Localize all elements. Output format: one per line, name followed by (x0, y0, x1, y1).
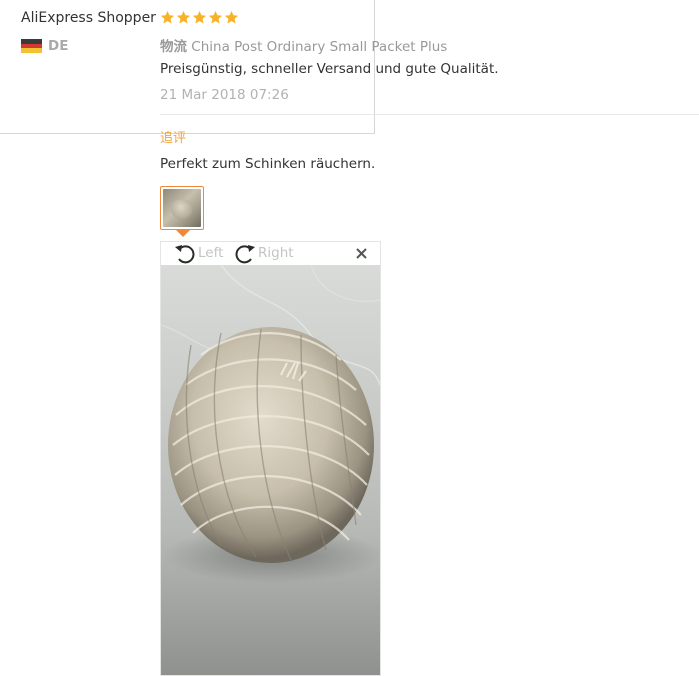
rotate-right-button[interactable]: Right (233, 242, 294, 264)
close-icon[interactable] (355, 247, 368, 260)
thumbnail-image (163, 189, 201, 227)
review-image-thumbnail[interactable] (160, 186, 204, 230)
review-date: 21 Mar 2018 07:26 (160, 87, 289, 103)
rotate-left-icon (175, 245, 195, 264)
rotate-right-label: Right (258, 245, 294, 261)
followup-text: Perfekt zum Schinken räuchern. (160, 156, 376, 172)
thumbnail-pointer (176, 230, 190, 237)
followup-label: 追评 (160, 131, 187, 146)
shipping-info: 物流 China Post Ordinary Small Packet Plus (160, 35, 447, 55)
review-text: Preisgünstig, schneller Versand und gute… (160, 61, 499, 77)
image-viewer: Left Right (160, 241, 381, 676)
rotate-right-icon (235, 245, 255, 264)
divider (160, 114, 699, 115)
user-country: DE (21, 38, 68, 54)
star-icon (208, 10, 223, 24)
rotate-left-label: Left (198, 245, 224, 261)
star-rating (160, 10, 239, 25)
shipping-label: 物流 (160, 39, 187, 55)
viewer-toolbar: Left Right (161, 242, 380, 265)
flag-stripe-gold (21, 48, 42, 53)
star-icon (192, 10, 207, 24)
rotate-left-button[interactable]: Left (173, 242, 223, 264)
shipping-method: China Post Ordinary Small Packet Plus (191, 39, 448, 55)
star-icon (176, 10, 191, 24)
user-name: AliExpress Shopper (21, 10, 156, 26)
review-photo (161, 265, 380, 675)
star-icon (160, 10, 175, 24)
country-code: DE (48, 38, 69, 54)
germany-flag-icon (21, 39, 42, 53)
review-page: AliExpress Shopper DE 物流 China Post Ordi… (0, 0, 699, 676)
star-icon (224, 10, 239, 24)
